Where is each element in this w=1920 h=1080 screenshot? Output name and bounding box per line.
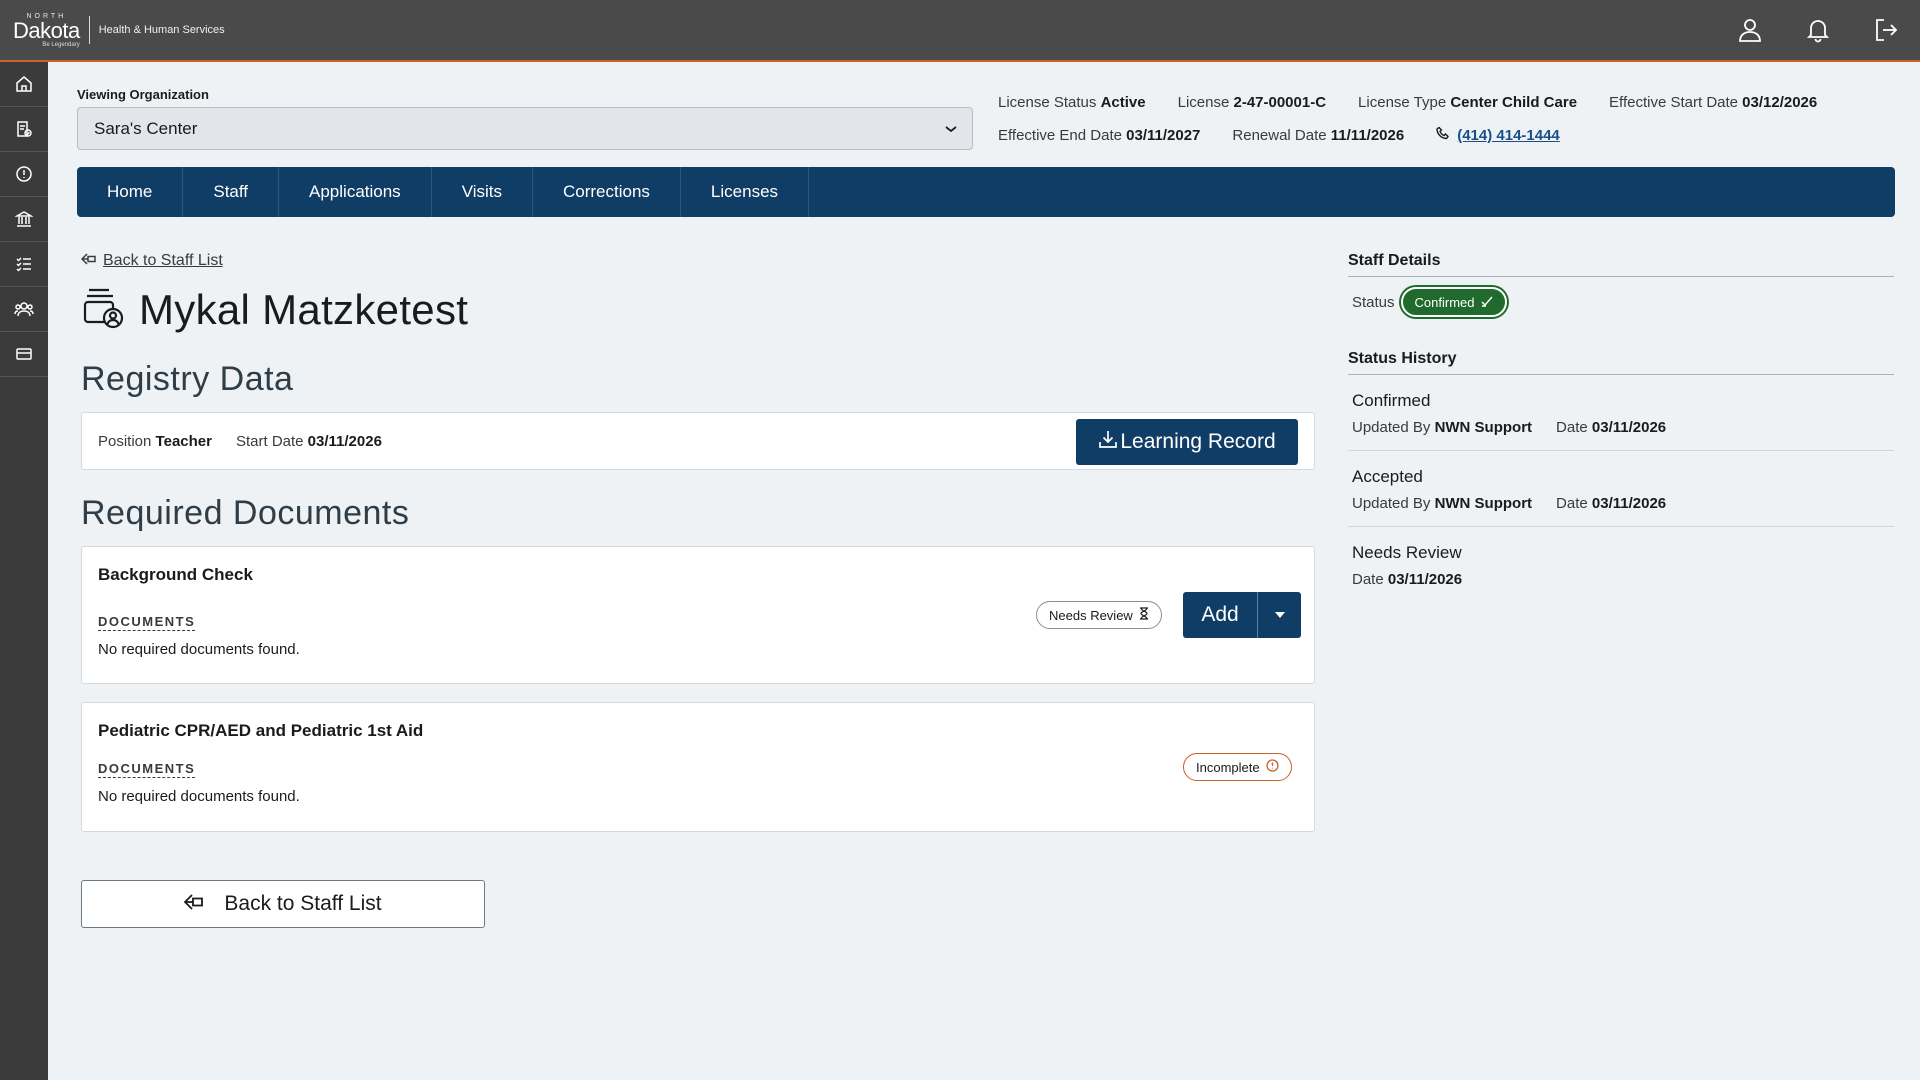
top-bar: NORTH Dakota Be Legendary Health & Human… bbox=[0, 0, 1920, 62]
license-phone: (414) 414-1444 bbox=[1436, 126, 1560, 145]
license-info: License Status Active License 2-47-00001… bbox=[998, 86, 1898, 152]
arrow-left-icon bbox=[80, 252, 97, 270]
nav-visits[interactable]: Visits bbox=[432, 167, 533, 217]
main-nav: Home Staff Applications Visits Correctio… bbox=[77, 167, 1895, 217]
start-date-field: Start Date 03/11/2026 bbox=[235, 432, 382, 450]
alert-clock-icon[interactable] bbox=[0, 152, 48, 197]
staff-header: Mykal Matzketest bbox=[81, 284, 468, 335]
license-type: License Type Center Child Care bbox=[1358, 94, 1578, 111]
background-check-card: Background Check DOCUMENTS No required d… bbox=[81, 546, 1315, 684]
card-icon[interactable] bbox=[0, 332, 48, 377]
status-badge-needs-review: Needs Review bbox=[1036, 601, 1162, 629]
pediatric-cpr-card: Pediatric CPR/AED and Pediatric 1st Aid … bbox=[81, 702, 1315, 832]
history-updated-by: Updated By NWN Support bbox=[1352, 419, 1533, 436]
staff-details-panel: Staff Details Status Confirmed bbox=[1348, 252, 1894, 317]
brand-tagline: Be Legendary bbox=[42, 41, 80, 48]
license-status: License Status Active bbox=[998, 94, 1146, 111]
staff-profile-icon bbox=[81, 284, 127, 335]
top-actions bbox=[1734, 14, 1902, 46]
org-label: Viewing Organization bbox=[77, 87, 209, 102]
brand[interactable]: NORTH Dakota Be Legendary Health & Human… bbox=[13, 13, 225, 48]
brand-name: Dakota bbox=[13, 17, 80, 43]
doc-title: Background Check bbox=[98, 565, 253, 584]
back-button-label: Back to Staff List bbox=[224, 892, 382, 915]
add-dropdown-button[interactable] bbox=[1257, 592, 1301, 638]
staff-details-heading: Staff Details bbox=[1348, 252, 1894, 277]
staff-status-row: Status Confirmed bbox=[1348, 287, 1894, 317]
organization-selected: Sara's Center bbox=[94, 118, 198, 138]
status-badge-confirmed: Confirmed bbox=[1400, 287, 1507, 317]
document-check-icon[interactable] bbox=[0, 107, 48, 152]
registry-card: Position Teacher Start Date 03/11/2026 L… bbox=[81, 412, 1315, 470]
staff-name: Mykal Matzketest bbox=[139, 285, 469, 333]
back-to-staff-link[interactable]: Back to Staff List bbox=[80, 252, 223, 270]
back-link-text: Back to Staff List bbox=[103, 252, 223, 269]
nav-home[interactable]: Home bbox=[77, 167, 184, 217]
license-number: License 2-47-00001-C bbox=[1177, 94, 1327, 111]
caret-down-icon bbox=[1274, 606, 1286, 624]
history-updated-by: Updated By NWN Support bbox=[1352, 495, 1533, 512]
back-to-staff-button[interactable]: Back to Staff List bbox=[81, 880, 485, 928]
doc-title: Pediatric CPR/AED and Pediatric 1st Aid bbox=[98, 721, 424, 740]
required-documents-heading: Required Documents bbox=[81, 494, 410, 532]
add-split-button: Add bbox=[1183, 592, 1301, 638]
status-history-panel: Status History Confirmed Updated By NWN … bbox=[1348, 350, 1894, 602]
brand-logo: NORTH Dakota Be Legendary bbox=[13, 13, 80, 48]
building-icon[interactable] bbox=[0, 197, 48, 242]
license-renewal-date: Renewal Date 11/11/2026 bbox=[1232, 127, 1405, 144]
status-label: Status bbox=[1352, 293, 1395, 311]
left-rail bbox=[0, 62, 48, 1080]
people-icon[interactable] bbox=[0, 287, 48, 332]
logout-icon[interactable] bbox=[1870, 14, 1902, 46]
user-icon[interactable] bbox=[1734, 14, 1766, 46]
learning-record-label: Learning Record bbox=[1120, 430, 1276, 453]
check-icon bbox=[1481, 295, 1493, 310]
nav-corrections[interactable]: Corrections bbox=[533, 167, 681, 217]
brand-divider bbox=[88, 16, 90, 44]
history-date: Date 03/11/2026 bbox=[1556, 495, 1667, 512]
status-badge-incomplete: Incomplete bbox=[1183, 753, 1292, 781]
nav-applications[interactable]: Applications bbox=[279, 167, 432, 217]
history-item: Needs Review Date 03/11/2026 bbox=[1352, 543, 1463, 588]
checklist-icon[interactable] bbox=[0, 242, 48, 287]
license-row-1: License Status Active License 2-47-00001… bbox=[998, 86, 1898, 119]
organization-select[interactable]: Sara's Center bbox=[77, 107, 973, 150]
license-end-date: Effective End Date 03/11/2027 bbox=[998, 127, 1201, 144]
download-icon bbox=[1098, 429, 1118, 455]
info-circle-icon bbox=[1265, 759, 1279, 775]
registry-heading: Registry Data bbox=[81, 360, 294, 398]
phone-link[interactable]: (414) 414-1444 bbox=[1457, 127, 1560, 144]
arrow-left-icon bbox=[184, 892, 204, 916]
nav-licenses[interactable]: Licenses bbox=[681, 167, 810, 217]
history-item: Accepted Updated By NWN Support Date 03/… bbox=[1348, 451, 1894, 527]
phone-icon bbox=[1436, 126, 1451, 145]
learning-record-button[interactable]: Learning Record bbox=[1076, 419, 1298, 465]
bell-icon[interactable] bbox=[1802, 14, 1834, 46]
license-start-date: Effective Start Date 03/12/2026 bbox=[1609, 94, 1818, 111]
no-documents-text: No required documents found. bbox=[98, 641, 300, 658]
brand-department: Health & Human Services bbox=[98, 24, 225, 36]
hourglass-icon bbox=[1139, 607, 1149, 623]
documents-subheading[interactable]: DOCUMENTS bbox=[98, 761, 196, 778]
add-button[interactable]: Add bbox=[1183, 592, 1257, 638]
license-row-2: Effective End Date 03/11/2027 Renewal Da… bbox=[998, 119, 1898, 152]
status-history-heading: Status History bbox=[1348, 350, 1894, 375]
history-date: Date 03/11/2026 bbox=[1556, 419, 1667, 436]
position-field: Position Teacher bbox=[98, 432, 212, 450]
nav-staff[interactable]: Staff bbox=[183, 167, 280, 217]
history-date: Date 03/11/2026 bbox=[1352, 571, 1463, 588]
chevron-down-icon bbox=[944, 119, 958, 139]
no-documents-text: No required documents found. bbox=[98, 788, 300, 805]
documents-subheading[interactable]: DOCUMENTS bbox=[98, 614, 196, 631]
home-icon[interactable] bbox=[0, 62, 48, 107]
main-content: Viewing Organization Sara's Center Licen… bbox=[48, 62, 1920, 1080]
history-item: Confirmed Updated By NWN Support Date 03… bbox=[1348, 375, 1894, 451]
